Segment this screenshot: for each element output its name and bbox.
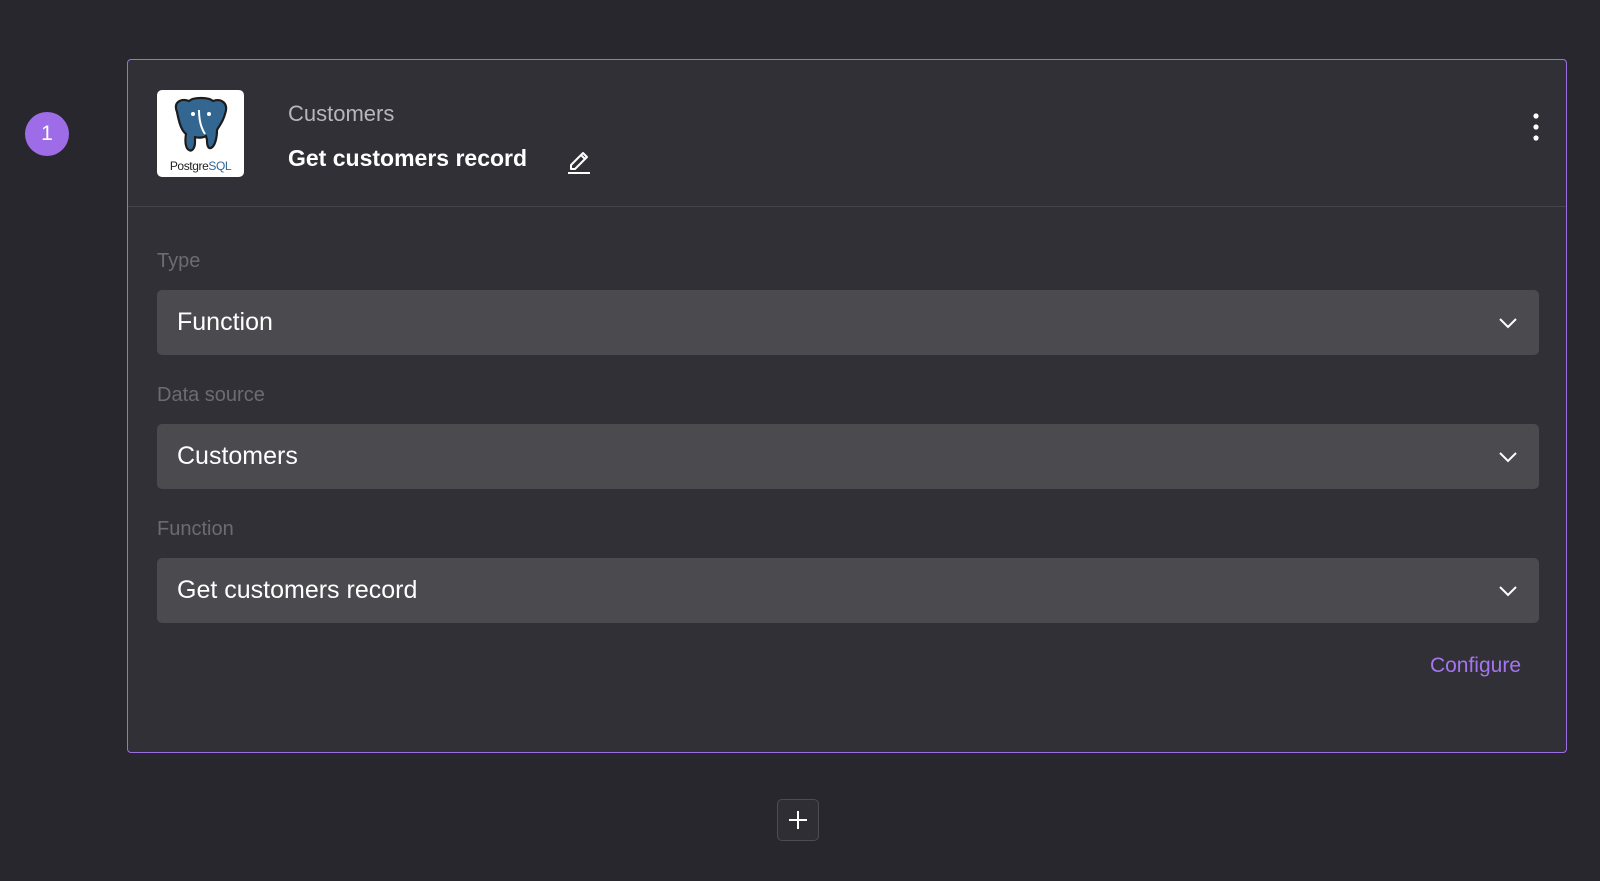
type-label: Type <box>157 250 201 272</box>
function-select[interactable]: Get customers record <box>157 558 1539 623</box>
chevron-down-icon <box>1499 452 1517 463</box>
postgresql-logo-text: PostgreSQL <box>169 159 232 173</box>
configure-link[interactable]: Configure <box>1430 654 1521 678</box>
data-source-select[interactable]: Customers <box>157 424 1539 489</box>
type-select[interactable]: Function <box>157 290 1539 355</box>
data-source-label: Data source <box>157 384 265 406</box>
step-source-name: Customers <box>288 101 395 126</box>
pencil-icon[interactable] <box>566 146 592 174</box>
data-source-select-value: Customers <box>177 442 298 470</box>
step-number: 1 <box>41 122 53 145</box>
function-select-value: Get customers record <box>177 576 418 604</box>
chevron-down-icon <box>1499 318 1517 329</box>
type-select-value: Function <box>177 308 273 336</box>
add-step-button[interactable] <box>777 799 819 841</box>
postgresql-logo: PostgreSQL <box>157 90 244 177</box>
elephant-icon <box>174 96 228 152</box>
step-title: Get customers record <box>288 145 528 171</box>
workflow-canvas: 1 PostgreSQL Customers Get customers rec… <box>0 0 1600 881</box>
plus-icon <box>789 811 807 829</box>
step-number-badge: 1 <box>25 112 69 156</box>
function-label: Function <box>157 518 234 540</box>
chevron-down-icon <box>1499 586 1517 597</box>
step-card[interactable]: PostgreSQL Customers Get customers recor… <box>127 59 1567 753</box>
step-card-header: PostgreSQL Customers Get customers recor… <box>128 60 1566 207</box>
vertical-dots-icon[interactable] <box>1524 110 1548 146</box>
